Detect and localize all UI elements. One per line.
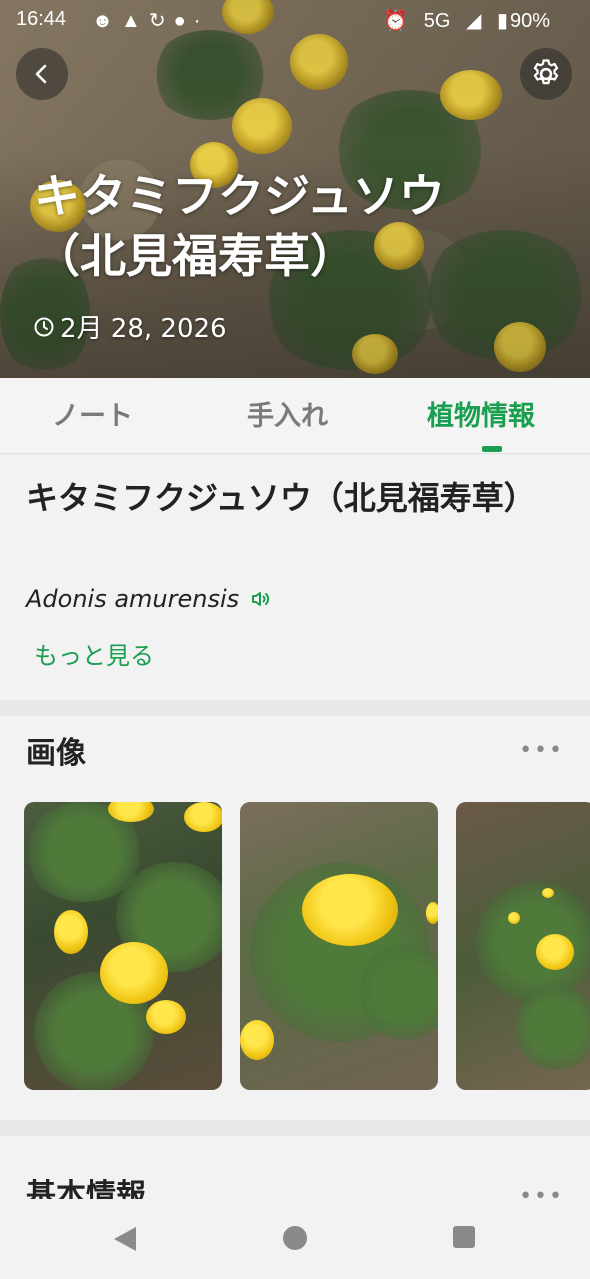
date-label: 2月 28, 2026 (60, 314, 227, 344)
flower-shape (508, 912, 520, 924)
system-nav-bar (0, 1199, 590, 1279)
status-icons: ☻▲↻●· (92, 8, 208, 33)
plant-image-thumbnail[interactable] (240, 802, 438, 1090)
foliage-shape (476, 882, 590, 1002)
clock-icon (34, 317, 54, 336)
settings-button[interactable] (520, 48, 572, 100)
tab-plant-info[interactable]: 植物情報 (427, 394, 535, 433)
nav-recents-icon[interactable] (452, 1225, 476, 1249)
tab-bar: ノート 手入れ 植物情報 (0, 378, 590, 454)
date-row: 2月 28, 2026 (32, 308, 227, 345)
flower-shape (536, 934, 574, 970)
images-section-title: 画像 (26, 736, 86, 771)
sync-icon: ↻ (148, 10, 174, 32)
flower-shape (100, 942, 168, 1004)
flower-shape (184, 802, 222, 832)
hero-image: 16:44 ☻▲↻●· ⏰ 5G ◢ ▮ 90% キタミフクジュソウ（北見福寿草）… (0, 0, 590, 378)
status-right: ⏰ 5G ◢ ▮ 90% (373, 8, 550, 33)
plant-name: キタミフクジュソウ（北見福寿草） (26, 479, 536, 517)
tab-care[interactable]: 手入れ (247, 394, 328, 433)
flower-shape (542, 888, 554, 898)
flower-shape (426, 902, 438, 924)
battery-level: 90% (509, 10, 550, 32)
gear-icon (533, 59, 559, 85)
flower-shape (54, 910, 88, 954)
status-bar: 16:44 ☻▲↻●· ⏰ 5G ◢ ▮ 90% (0, 0, 590, 40)
flower-shape (302, 874, 398, 946)
vpn-icon: ● (173, 10, 194, 32)
plant-image-thumbnail[interactable] (456, 802, 590, 1090)
plant-image-thumbnail[interactable] (24, 802, 222, 1090)
battery-icon: ▮ (496, 10, 508, 32)
nav-back-icon[interactable] (112, 1225, 138, 1253)
flower-shape (240, 1020, 274, 1060)
scientific-name: Adonis amurensis (26, 585, 240, 613)
page-title: キタミフクジュソウ（北見福寿草） (34, 169, 445, 283)
warning-icon: ▲ (121, 10, 149, 32)
speaker-icon[interactable] (249, 587, 273, 611)
section-divider (0, 700, 590, 716)
nav-home-icon[interactable] (282, 1225, 308, 1251)
status-time: 16:44 (16, 8, 67, 30)
back-button[interactable] (16, 48, 68, 100)
signal-icon: ◢ (466, 10, 482, 32)
foliage-shape (516, 982, 590, 1072)
flower-shape (146, 1000, 186, 1034)
tab-notes[interactable]: ノート (52, 394, 133, 433)
images-more-button[interactable]: ••• (519, 738, 564, 763)
section-divider (0, 1120, 590, 1136)
scientific-name-row: Adonis amurensis (26, 585, 273, 613)
active-tab-indicator (482, 446, 502, 452)
see-more-link[interactable]: もっと見る (34, 636, 154, 671)
alarm-icon: ⏰ (383, 10, 409, 32)
chevron-left-icon (35, 64, 47, 84)
dot-icon: · (193, 10, 209, 32)
network-label: 5G (423, 10, 451, 32)
person-icon: ☻ (92, 10, 122, 32)
